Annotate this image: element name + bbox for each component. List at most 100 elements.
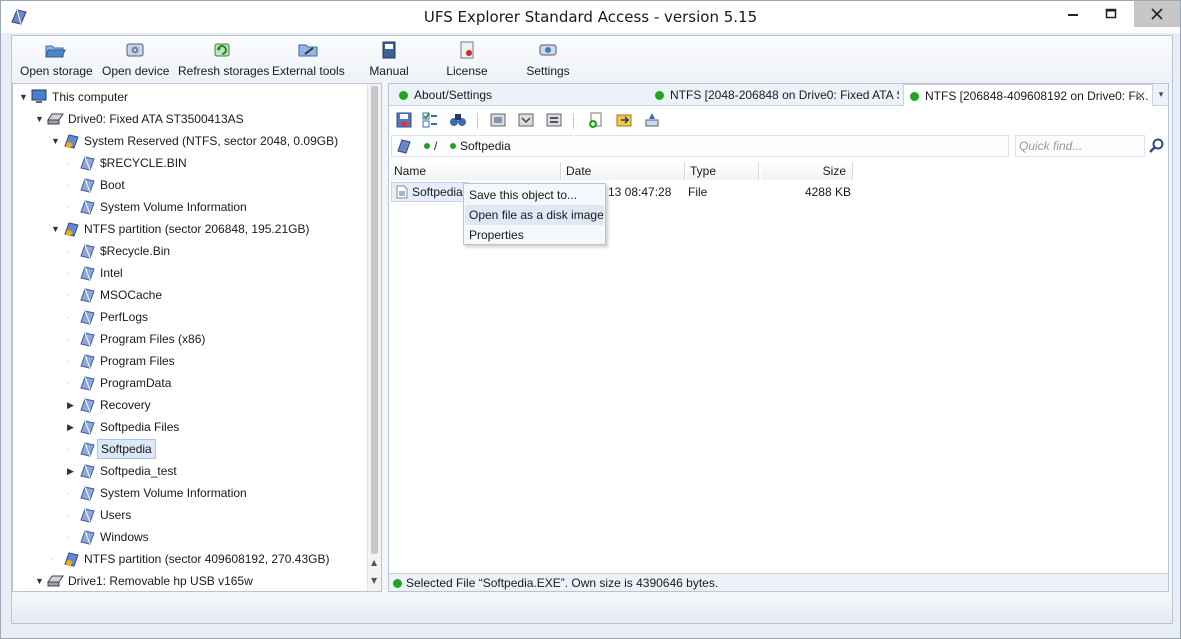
expand-arrow-icon[interactable]: ▼ (35, 109, 45, 129)
tree-item-label: ProgramData (100, 376, 172, 390)
external-tools-button[interactable]: External tools (272, 40, 345, 82)
path-bar[interactable]: / Softpedia (391, 135, 1009, 157)
drive-icon (47, 573, 64, 589)
close-tab-icon[interactable]: ✕ (1136, 85, 1146, 106)
scroll-down-icon[interactable]: ▼ (371, 576, 377, 585)
tree-item[interactable]: ▼ Drive1: Removable hp USB v165w (13, 571, 367, 591)
column-date[interactable]: Date (563, 162, 685, 180)
folder-icon (79, 529, 96, 545)
browser-toolbar (389, 107, 1168, 133)
view-icons-icon[interactable] (489, 111, 507, 129)
tree-item[interactable]: ▼ System Reserved (NTFS, sector 2048, 0.0… (13, 131, 367, 151)
tab-about-settings[interactable]: About/Settings (393, 84, 643, 106)
tree-item[interactable]: ▶ Recovery (13, 395, 367, 415)
tab-list-dropdown[interactable]: ▾ (1154, 84, 1168, 106)
tree-item-label: $RECYCLE.BIN (100, 156, 187, 170)
tree-item-label: Recovery (100, 398, 151, 412)
tree-item[interactable]: ▶ Softpedia Files (13, 417, 367, 437)
collapse-arrow-icon[interactable]: ▶ (67, 417, 77, 437)
tree-leaf-dot: · (51, 554, 54, 564)
path-current[interactable]: Softpedia (460, 136, 511, 156)
bottom-bar (12, 594, 1172, 623)
tab-ntfs-system-reserved[interactable]: NTFS [2048-206848 on Drive0: Fixed ATA S… (649, 84, 899, 106)
tree-item[interactable]: · Softpedia (13, 439, 367, 459)
drive-icon (47, 111, 64, 127)
tree-item[interactable]: ▼ This computer (13, 87, 367, 107)
close-button[interactable] (1134, 1, 1180, 27)
select-list-icon[interactable] (421, 111, 439, 129)
folder-icon (79, 199, 96, 215)
open-storage-button[interactable]: Open storage (20, 40, 93, 82)
tree-item[interactable]: · Windows (13, 527, 367, 547)
license-button[interactable]: License (442, 40, 492, 82)
tree-item-label: Windows (100, 530, 149, 544)
tree-item[interactable]: · NTFS partition (sector 409608192, 270.4… (13, 549, 367, 569)
manual-button[interactable]: Manual (364, 40, 414, 82)
refresh-storages-button[interactable]: Refresh storages (178, 40, 269, 82)
status-bar: Selected File “Softpedia.EXE”. Own size … (389, 573, 1168, 591)
tree-item[interactable]: · ProgramData (13, 373, 367, 393)
copy-files-icon[interactable] (615, 111, 633, 129)
menu-item-open-disk-image[interactable]: Open file as a disk image (465, 205, 604, 225)
collapse-arrow-icon[interactable]: ▶ (67, 395, 77, 415)
column-size[interactable]: Size (761, 162, 853, 180)
app-window: UFS Explorer Standard Access - version 5… (0, 0, 1181, 639)
path-root[interactable]: / (434, 136, 437, 156)
menu-item-properties[interactable]: Properties (469, 225, 524, 245)
tree-item[interactable]: · Users (13, 505, 367, 525)
folder-icon (79, 441, 96, 457)
minimize-button[interactable] (1058, 1, 1088, 27)
device-icon (126, 43, 144, 57)
tree-item[interactable]: · System Volume Information (13, 197, 367, 217)
tree-leaf-dot: · (67, 180, 70, 190)
tree-item[interactable]: · Intel (13, 263, 367, 283)
view-details-icon[interactable] (517, 111, 535, 129)
tree-item[interactable]: ▼ Drive0: Fixed ATA ST3500413AS (13, 109, 367, 129)
find-binoculars-icon[interactable] (449, 111, 467, 129)
add-file-icon[interactable] (587, 111, 605, 129)
tab-ntfs-partition[interactable]: NTFS [206848-409608192 on Drive0: Fi... … (903, 84, 1153, 106)
scrollbar-thumb[interactable] (371, 86, 378, 554)
folder-icon (79, 419, 96, 435)
tree-item[interactable]: · System Volume Information (13, 483, 367, 503)
partition-icon (63, 133, 80, 149)
maximize-button[interactable] (1096, 1, 1126, 27)
collapse-arrow-icon[interactable]: ▶ (67, 461, 77, 481)
tree-item-label: System Volume Information (100, 486, 247, 500)
tree-item[interactable]: ▼ NTFS partition (sector 206848, 195.21GB… (13, 219, 367, 239)
tree-item[interactable]: · Program Files (13, 351, 367, 371)
tree-item[interactable]: · $RECYCLE.BIN (13, 153, 367, 173)
save-icon[interactable] (395, 111, 413, 129)
disk-image-icon[interactable] (643, 111, 661, 129)
folder-icon (79, 397, 96, 413)
license-icon (460, 41, 474, 59)
tree-item-label: NTFS partition (sector 206848, 195.21GB) (84, 222, 310, 236)
tree-item[interactable]: · Boot (13, 175, 367, 195)
file-icon (396, 185, 408, 199)
tree-scrollbar[interactable]: ▲ ▼ (367, 84, 381, 591)
view-list-icon[interactable] (545, 111, 563, 129)
tree-item[interactable]: ▶ Softpedia_test (13, 461, 367, 481)
expand-arrow-icon[interactable]: ▼ (35, 571, 45, 591)
tree-item[interactable]: · Program Files (x86) (13, 329, 367, 349)
tree-item[interactable]: · $Recycle.Bin (13, 241, 367, 261)
scroll-up-icon[interactable]: ▲ (371, 558, 377, 567)
tree-item[interactable]: · PerfLogs (13, 307, 367, 327)
settings-button[interactable]: Settings (520, 40, 576, 82)
folder-icon (79, 309, 96, 325)
tree-item-label: PerfLogs (100, 310, 149, 324)
column-type[interactable]: Type (687, 162, 759, 180)
tree-leaf-dot: · (67, 378, 70, 388)
menu-item-save-object[interactable]: Save this object to... (469, 185, 577, 205)
quick-find-input[interactable]: Quick find... (1015, 135, 1145, 157)
tree-item[interactable]: · MSOCache (13, 285, 367, 305)
tab-bar: About/Settings NTFS [2048-206848 on Driv… (389, 84, 1168, 106)
expand-arrow-icon[interactable]: ▼ (51, 131, 61, 151)
tree-item-label: Intel (100, 266, 123, 280)
open-device-button[interactable]: Open device (102, 40, 169, 82)
search-button[interactable] (1146, 135, 1168, 157)
expand-arrow-icon[interactable]: ▼ (51, 219, 61, 239)
column-name[interactable]: Name (391, 162, 561, 180)
context-menu: Save this object to... Open file as a di… (463, 183, 606, 245)
expand-arrow-icon[interactable]: ▼ (19, 87, 29, 107)
